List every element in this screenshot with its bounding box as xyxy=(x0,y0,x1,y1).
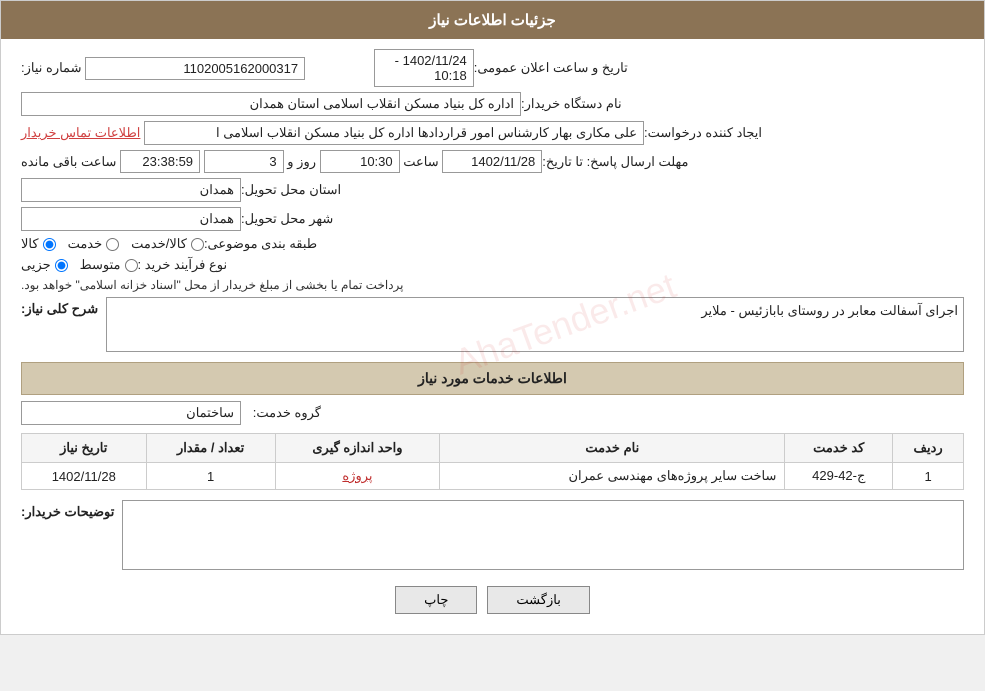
shomara-niaz-value: 1102005162000317 xyxy=(85,57,305,80)
cell-radif: 1 xyxy=(893,463,964,490)
radio-jozi-item: جزیی xyxy=(21,257,68,273)
mohlat-label: مهلت ارسال پاسخ: تا تاریخ: xyxy=(542,154,688,170)
mohlat-date: 1402/11/28 xyxy=(442,150,542,173)
shahr-label: شهر محل تحویل: xyxy=(241,211,333,227)
contact-link[interactable]: اطلاعات تماس خریدار xyxy=(21,125,140,141)
purchase-note-row: پرداخت تمام یا بخشی از مبلغ خریدار از مح… xyxy=(21,278,964,292)
radio-jozi-label: جزیی xyxy=(21,257,51,273)
shomara-row: تاریخ و ساعت اعلان عمومی: 1402/11/24 - 1… xyxy=(21,49,964,87)
nam-dastgah-label: نام دستگاه خریدار: xyxy=(521,96,622,112)
radio-kala-khedmat[interactable] xyxy=(191,238,204,251)
sharh-box: اجرای آسفالت معابر در روستای بابازئیس - … xyxy=(106,297,964,352)
purchase-note: پرداخت تمام یا بخشی از مبلغ خریدار از مح… xyxy=(21,278,494,292)
radio-motavaset-item: متوسط xyxy=(80,257,138,273)
ijad-konande-row: ایجاد کننده درخواست: علی مکاری بهار کارش… xyxy=(21,121,964,145)
back-button[interactable]: بازگشت xyxy=(487,586,589,614)
ostan-value: همدان xyxy=(21,178,241,202)
gorohe-khedmat-row: گروه خدمت: ساختمان xyxy=(21,401,964,425)
khadamat-section-header: اطلاعات خدمات مورد نیاز xyxy=(21,362,964,395)
mohlat-countdown: 23:38:59 xyxy=(120,150,200,173)
farayand-radio-group: متوسط جزیی xyxy=(21,257,138,273)
col-nam: نام خدمت xyxy=(440,434,785,463)
tabaqe-label: طبقه بندی موضوعی: xyxy=(204,236,317,252)
cell-tarikh: 1402/11/28 xyxy=(22,463,147,490)
radio-motavaset[interactable] xyxy=(125,259,138,272)
ostan-label: استان محل تحویل: xyxy=(241,182,341,198)
tozihat-textarea[interactable] xyxy=(122,500,964,570)
mohlat-saat-label: ساعت xyxy=(403,154,438,170)
radio-motavaset-label: متوسط xyxy=(80,257,121,273)
shomara-niaz-label: شماره نیاز: xyxy=(21,60,81,76)
page-wrapper: جزئیات اطلاعات نیاز تاریخ و ساعت اعلان ع… xyxy=(0,0,985,635)
gorohe-khedmat-label: گروه خدمت: xyxy=(241,405,321,421)
print-button[interactable]: چاپ xyxy=(395,586,477,614)
ijad-konande-label: ایجاد کننده درخواست: xyxy=(644,125,762,141)
radio-kala-label: کالا xyxy=(21,236,39,252)
radio-khedmat[interactable] xyxy=(106,238,119,251)
cell-vahed: پروژه xyxy=(275,463,439,490)
col-radif: ردیف xyxy=(893,434,964,463)
tarikh-ialan-value: 1402/11/24 - 10:18 xyxy=(374,49,474,87)
farayand-label: نوع فرآیند خرید : xyxy=(138,257,228,273)
dastgah-row: نام دستگاه خریدار: اداره کل بنیاد مسکن ا… xyxy=(21,92,964,116)
radio-khedmat-label: خدمت xyxy=(68,236,103,252)
radio-kala-khedmat-label: کالا/خدمت xyxy=(131,236,187,252)
mohlat-rooz-label: روز و xyxy=(287,154,316,170)
mohlat-saat: 10:30 xyxy=(320,150,400,173)
radio-kala-item: کالا xyxy=(21,236,56,252)
gorohe-khedmat-value: ساختمان xyxy=(21,401,241,425)
cell-tedad: 1 xyxy=(146,463,275,490)
sharh-section: اجرای آسفالت معابر در روستای بابازئیس - … xyxy=(21,297,964,352)
ostan-row: استان محل تحویل: همدان xyxy=(21,178,964,202)
ijad-konande-value: علی مکاری بهار کارشناس امور قراردادها اد… xyxy=(144,121,644,145)
tozihat-label: توضیحات خریدار: xyxy=(21,500,114,520)
shahr-value: همدان xyxy=(21,207,241,231)
sharh-value: اجرای آسفالت معابر در روستای بابازئیس - … xyxy=(701,303,958,318)
tarikh-ialan-label: تاریخ و ساعت اعلان عمومی: xyxy=(474,60,628,76)
content-area: تاریخ و ساعت اعلان عمومی: 1402/11/24 - 1… xyxy=(1,39,984,634)
col-tedad: تعداد / مقدار xyxy=(146,434,275,463)
mohlat-row: مهلت ارسال پاسخ: تا تاریخ: 1402/11/28 سا… xyxy=(21,150,964,173)
cell-nam: ساخت سایر پروژه‌های مهندسی عمران xyxy=(440,463,785,490)
bottom-buttons: بازگشت چاپ xyxy=(21,586,964,614)
radio-kala-khedmat-item: کالا/خدمت xyxy=(131,236,204,252)
shahr-row: شهر محل تحویل: همدان xyxy=(21,207,964,231)
table-row: 1 ج-42-429 ساخت سایر پروژه‌های مهندسی عم… xyxy=(22,463,964,490)
tabaqe-row: طبقه بندی موضوعی: کالا/خدمت خدمت کالا xyxy=(21,236,964,252)
nam-dastgah-value: اداره کل بنیاد مسکن انقلاب اسلامی استان … xyxy=(21,92,521,116)
tozihat-row: توضیحات خریدار: xyxy=(21,500,964,570)
col-tarikh: تاریخ نیاز xyxy=(22,434,147,463)
sharh-label: شرح کلی نیاز: xyxy=(21,297,98,317)
mohlat-rooz: 3 xyxy=(204,150,284,173)
radio-khedmat-item: خدمت xyxy=(68,236,120,252)
col-kod: کد خدمت xyxy=(785,434,893,463)
farayand-row: نوع فرآیند خرید : متوسط جزیی xyxy=(21,257,964,273)
cell-kod: ج-42-429 xyxy=(785,463,893,490)
mohlat-baqi: ساعت باقی مانده xyxy=(21,154,116,170)
radio-jozi[interactable] xyxy=(55,259,68,272)
tabaqe-radio-group: کالا/خدمت خدمت کالا xyxy=(21,236,204,252)
page-title: جزئیات اطلاعات نیاز xyxy=(1,1,984,39)
services-table: ردیف کد خدمت نام خدمت واحد اندازه گیری ت… xyxy=(21,433,964,490)
col-vahed: واحد اندازه گیری xyxy=(275,434,439,463)
radio-kala[interactable] xyxy=(43,238,56,251)
